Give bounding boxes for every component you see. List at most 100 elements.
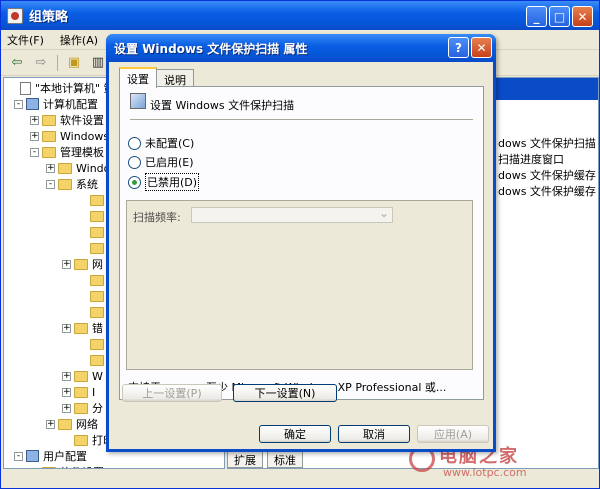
tree-item[interactable]: + 错 (62, 320, 103, 336)
dialog-title-bar[interactable]: 设置 Windows 文件保护扫描 属性 ? ✕ (106, 34, 496, 62)
main-window-controls: _ □ ✕ (526, 6, 593, 27)
policy-name: 设置 Windows 文件保护扫描 (150, 99, 295, 112)
tree-item[interactable]: "本地计算机" 策 (8, 80, 115, 96)
tab-settings[interactable]: 设置 (119, 67, 157, 88)
tree-item-label: 错 (92, 322, 103, 335)
maximize-button[interactable]: □ (549, 6, 570, 27)
settings-panel: 设置 Windows 文件保护扫描 未配置(C) 已启用(E) 已禁用(D) 扫… (119, 86, 484, 400)
tree-item-label: Windows (60, 129, 110, 143)
main-window-title: 组策略 (29, 10, 69, 25)
tree-item-label: 分 (92, 402, 103, 415)
expand-icon[interactable]: + (46, 419, 55, 429)
radio-label: 已启用(E) (145, 156, 194, 169)
folder-icon (58, 178, 72, 190)
close-button[interactable]: ✕ (572, 6, 593, 27)
folder-icon (90, 210, 104, 222)
expand-icon[interactable]: + (30, 467, 39, 468)
tab-standard[interactable]: 标准 (267, 450, 303, 468)
dialog-close-button[interactable]: ✕ (471, 37, 492, 58)
folder-icon (90, 306, 104, 318)
computer-icon (26, 450, 39, 462)
scan-frequency-select[interactable] (191, 206, 393, 223)
back-arrow-icon[interactable]: ⇦ (7, 54, 27, 72)
radio-button[interactable] (128, 175, 141, 189)
tree-item[interactable]: - 系统 (46, 176, 98, 192)
radio-label: 已禁用(D) (145, 173, 200, 191)
folder-icon (74, 402, 88, 414)
group-policy-app-icon (7, 7, 23, 24)
help-button[interactable]: ? (448, 37, 469, 58)
show-tree-icon[interactable]: ▥ (88, 54, 108, 72)
list-item[interactable]: dows 文件保护缓存 (498, 167, 596, 183)
folder-icon (90, 290, 104, 302)
tree-item[interactable]: + Windows (30, 128, 109, 144)
view-tabs: 扩展 标准 (227, 450, 303, 468)
folder-icon (90, 226, 104, 238)
list-item[interactable]: dows 文件保护缓存 (498, 183, 596, 199)
radio-not-configured[interactable]: 未配置(C) (128, 135, 194, 151)
dialog-tabs: 设置 说明 (119, 67, 194, 88)
list-item[interactable]: dows 文件保护扫描 (498, 135, 596, 151)
options-box: 扫描频率: (126, 200, 473, 370)
expand-icon[interactable]: + (30, 115, 39, 125)
tree-item-label: 管理模板 (60, 146, 104, 159)
previous-setting-button[interactable]: 上一设置(P) (122, 384, 222, 402)
ok-button[interactable]: 确定 (259, 425, 331, 443)
policy-document-icon (20, 81, 31, 95)
tree-item[interactable]: + 软件设置 (30, 112, 104, 128)
tree-item[interactable]: + I (62, 384, 95, 400)
radio-enabled[interactable]: 已启用(E) (128, 154, 194, 170)
collapse-icon[interactable]: - (14, 451, 23, 461)
list-item[interactable]: 扫描进度窗口 (498, 151, 564, 167)
folder-icon (74, 386, 88, 398)
cancel-button[interactable]: 取消 (338, 425, 410, 443)
tree-item-label: 系统 (76, 178, 98, 191)
up-folder-icon[interactable]: ▣ (64, 54, 84, 72)
folder-icon (74, 434, 88, 446)
collapse-icon[interactable]: - (46, 179, 55, 189)
menu-action[interactable]: 操作(A) (60, 32, 98, 48)
folder-icon (58, 418, 72, 430)
collapse-icon[interactable]: - (14, 99, 23, 109)
tree-item[interactable]: - 用户配置 (14, 448, 87, 464)
tree-item-label: 网 (92, 258, 103, 271)
expand-icon[interactable]: + (62, 387, 71, 397)
tree-item[interactable]: + 网络 (46, 416, 98, 432)
radio-button[interactable] (128, 136, 141, 150)
expand-icon[interactable]: + (62, 323, 71, 333)
folder-icon (74, 370, 88, 382)
radio-button[interactable] (128, 155, 141, 169)
collapse-icon[interactable]: - (30, 147, 39, 157)
tab-extended[interactable]: 扩展 (227, 450, 263, 468)
computer-icon (26, 98, 39, 110)
tree-item-label: 软件设置 (60, 464, 104, 468)
expand-icon[interactable]: + (46, 163, 55, 173)
minimize-button[interactable]: _ (526, 6, 547, 27)
folder-icon (74, 258, 88, 270)
main-title-bar[interactable]: 组策略 _ □ ✕ (1, 1, 599, 30)
expand-icon[interactable]: + (62, 403, 71, 413)
expand-icon[interactable]: + (30, 131, 39, 141)
tree-item[interactable]: + 分 (62, 400, 103, 416)
expand-icon[interactable]: + (62, 259, 71, 269)
tree-item[interactable]: - 计算机配置 (14, 96, 98, 112)
dialog-title: 设置 Windows 文件保护扫描 属性 (114, 41, 308, 56)
properties-dialog: 设置 Windows 文件保护扫描 属性 ? ✕ 设置 说明 设置 Window… (106, 34, 496, 452)
radio-disabled[interactable]: 已禁用(D) (128, 173, 200, 191)
folder-icon (90, 354, 104, 366)
tree-item[interactable]: + Windo (46, 160, 110, 176)
tree-item[interactable]: + 软件设置 (30, 464, 104, 468)
expand-icon[interactable]: + (62, 371, 71, 381)
tree-item[interactable]: + 网 (62, 256, 103, 272)
next-setting-button[interactable]: 下一设置(N) (233, 384, 337, 402)
policy-setting-icon (130, 93, 146, 109)
tree-item[interactable]: - 管理模板 (30, 144, 104, 160)
tab-explain[interactable]: 说明 (156, 69, 194, 87)
menu-file[interactable]: 文件(F) (7, 32, 44, 48)
apply-button[interactable]: 应用(A) (417, 425, 489, 443)
forward-arrow-icon[interactable]: ⇨ (31, 54, 51, 72)
folder-icon (90, 274, 104, 286)
tree-item[interactable]: + W (62, 368, 103, 384)
tree-item-label: 用户配置 (43, 450, 87, 463)
dialog-controls: ? ✕ (448, 37, 492, 58)
